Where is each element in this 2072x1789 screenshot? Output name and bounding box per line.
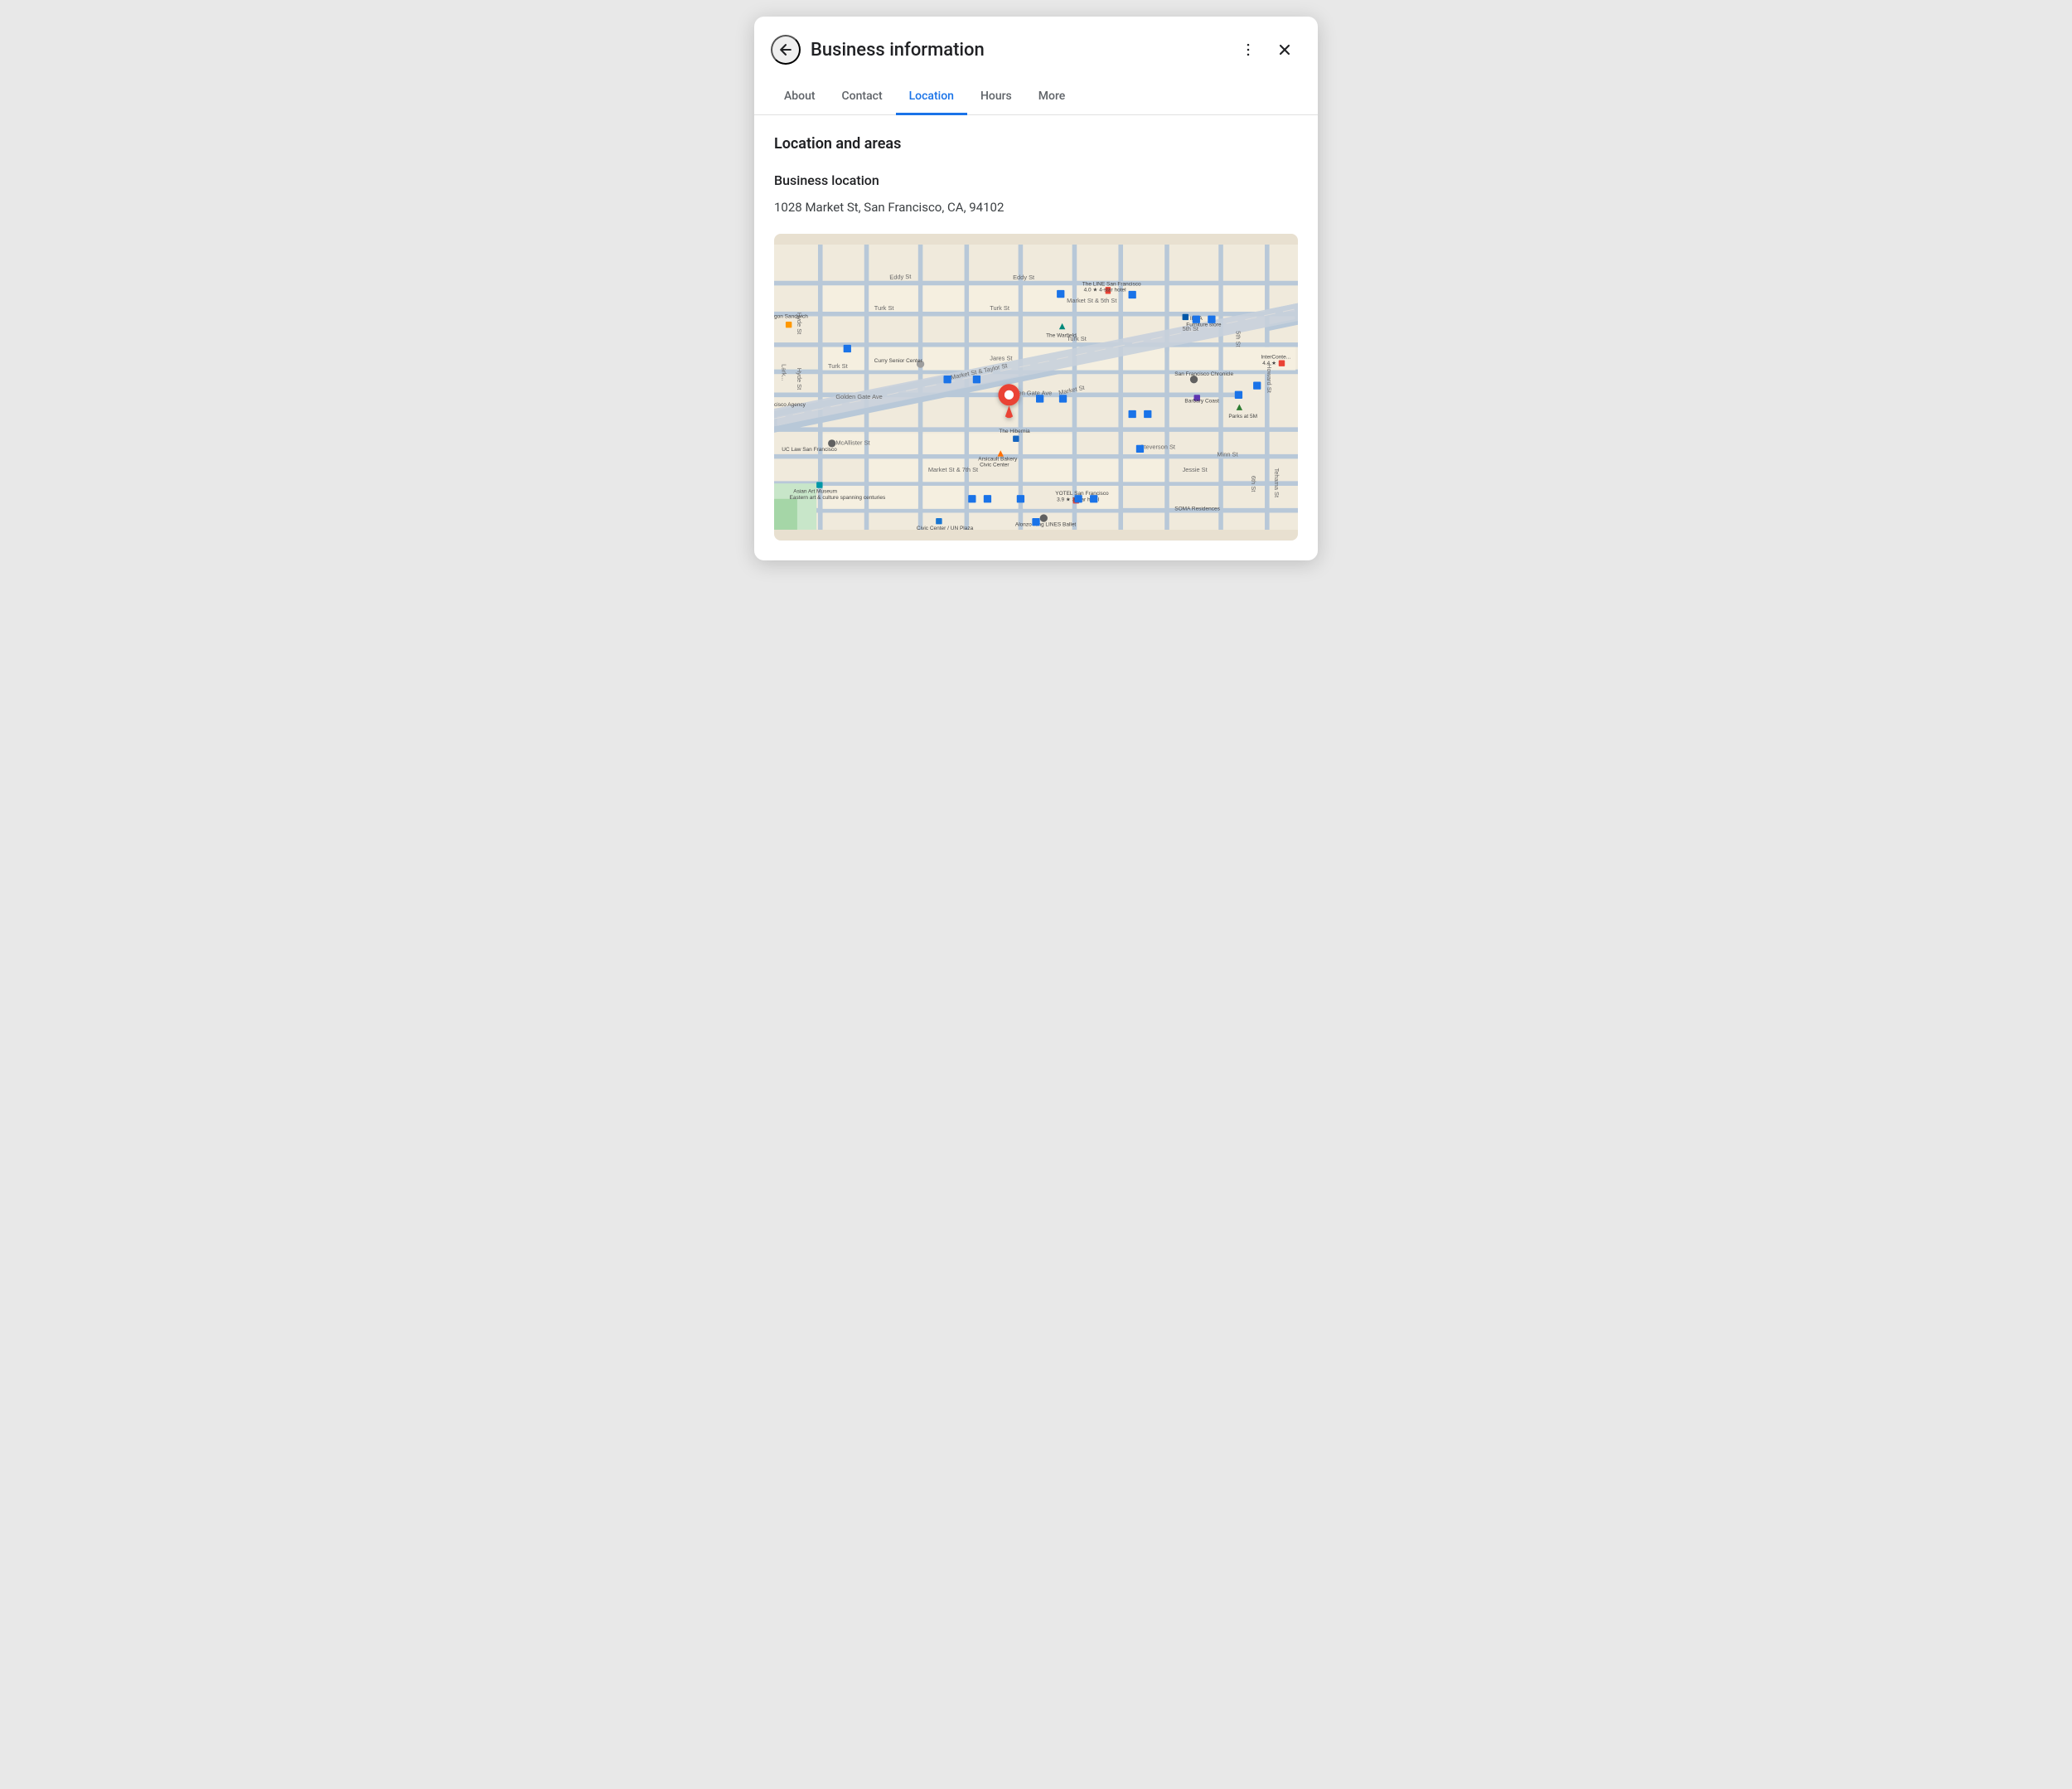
svg-text:McAllister St: McAllister St — [835, 439, 869, 446]
svg-text:Jares St: Jares St — [990, 354, 1012, 361]
tab-location[interactable]: Location — [896, 80, 967, 115]
back-button[interactable] — [771, 35, 801, 65]
svg-text:4.0 ★ 4-star hotel: 4.0 ★ 4-star hotel — [1084, 286, 1127, 293]
svg-text:cisco Agency: cisco Agency — [774, 402, 806, 408]
svg-text:The LINE San Francisco: The LINE San Francisco — [1082, 281, 1141, 287]
svg-text:Asian Art Museum: Asian Art Museum — [793, 488, 837, 494]
svg-text:Market St & 5th St: Market St & 5th St — [1067, 296, 1116, 303]
svg-text:Tehama St: Tehama St — [1273, 468, 1280, 497]
svg-text:4.4 ★: 4.4 ★ — [1262, 360, 1276, 366]
tab-hours[interactable]: Hours — [967, 80, 1025, 115]
svg-text:SOMA Residences: SOMA Residences — [1174, 506, 1220, 511]
svg-text:Civic Center / UN Plaza: Civic Center / UN Plaza — [917, 525, 974, 531]
tab-more[interactable]: More — [1025, 80, 1079, 115]
business-address: 1028 Market St, San Francisco, CA, 94102 — [774, 198, 1298, 217]
svg-text:Lark...: Lark... — [780, 364, 787, 381]
svg-text:Curry Senior Center: Curry Senior Center — [874, 358, 923, 364]
svg-text:6th St: 6th St — [1250, 475, 1257, 491]
more-options-button[interactable] — [1232, 33, 1265, 66]
close-button[interactable] — [1268, 33, 1301, 66]
svg-text:San Francisco Chronicle: San Francisco Chronicle — [1174, 371, 1233, 377]
svg-text:The Warfield: The Warfield — [1046, 332, 1077, 338]
map-container[interactable]: Eddy St Eddy St Hyde St Hyde St Turk St … — [774, 234, 1298, 541]
svg-text:Barbary Coast: Barbary Coast — [1184, 398, 1219, 404]
map-svg: Eddy St Eddy St Hyde St Hyde St Turk St … — [774, 234, 1298, 541]
svg-text:Arsicault Bakery: Arsicault Bakery — [978, 456, 1018, 462]
business-info-card: Business information About Contact Locat… — [754, 17, 1318, 560]
svg-text:Turk St: Turk St — [828, 361, 848, 369]
tab-contact[interactable]: Contact — [829, 80, 896, 115]
svg-text:Eastern art & culture spanning: Eastern art & culture spanning centuries — [790, 494, 886, 500]
page-title: Business information — [811, 40, 1232, 61]
svg-text:UC Law San Francisco: UC Law San Francisco — [782, 447, 837, 453]
main-content: Location and areas Business location 102… — [754, 115, 1318, 560]
svg-text:Golden Gate Ave: Golden Gate Ave — [835, 392, 882, 400]
svg-text:Steverson St: Steverson St — [1140, 443, 1174, 450]
svg-text:Alonzo King LINES Ballet: Alonzo King LINES Ballet — [1015, 521, 1077, 527]
svg-text:Jessie St: Jessie St — [1183, 466, 1208, 473]
svg-text:Eddy St: Eddy St — [1013, 273, 1034, 280]
svg-text:Turk St: Turk St — [874, 304, 894, 312]
svg-text:Parks at 5M: Parks at 5M — [1228, 414, 1257, 419]
svg-text:Howard St: Howard St — [1266, 364, 1273, 393]
svg-text:InterConte...: InterConte... — [1261, 354, 1290, 360]
svg-text:Civic Center: Civic Center — [980, 462, 1009, 468]
svg-text:Eddy St: Eddy St — [889, 272, 911, 280]
header-actions — [1232, 33, 1301, 66]
tab-about[interactable]: About — [771, 80, 829, 115]
svg-text:Hyde St: Hyde St — [796, 367, 803, 389]
svg-text:gon Sandwich: gon Sandwich — [774, 313, 808, 319]
svg-text:Market St & 7th St: Market St & 7th St — [928, 466, 978, 473]
tabs-bar: About Contact Location Hours More — [754, 80, 1318, 115]
svg-text:The Hibernia: The Hibernia — [999, 428, 1030, 434]
svg-text:Turk St: Turk St — [990, 304, 1009, 312]
svg-text:Furniture store: Furniture store — [1186, 322, 1222, 327]
svg-text:Minn St: Minn St — [1217, 450, 1237, 458]
svg-text:5th St: 5th St — [1235, 331, 1242, 347]
subsection-title: Business location — [774, 172, 1298, 188]
section-title: Location and areas — [774, 135, 1298, 153]
header: Business information — [754, 17, 1318, 66]
